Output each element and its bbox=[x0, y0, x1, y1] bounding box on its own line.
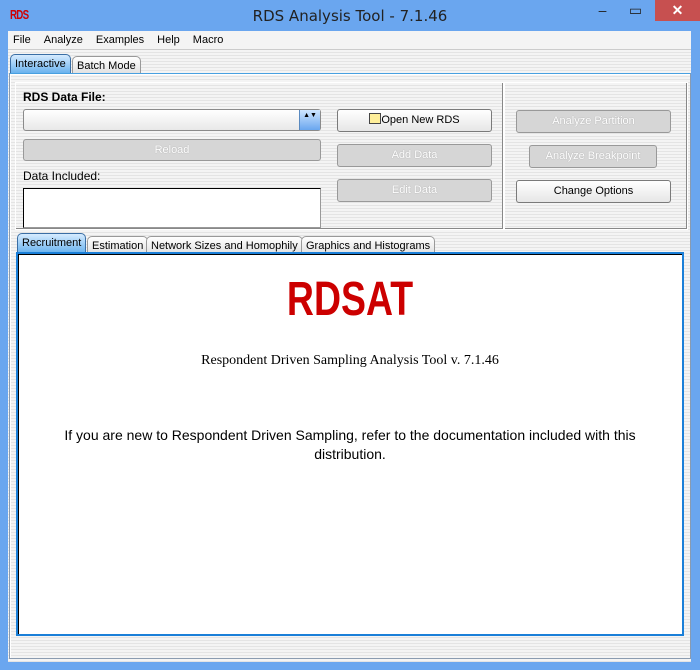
spinner-arrows-icon[interactable]: ▲▼ bbox=[299, 110, 320, 130]
maximize-button[interactable]: ▭ bbox=[613, 0, 658, 21]
tab-batch-mode[interactable]: Batch Mode bbox=[72, 56, 141, 73]
edit-data-button[interactable]: Edit Data bbox=[337, 179, 492, 202]
menu-analyze[interactable]: Analyze bbox=[44, 34, 83, 46]
rds-data-file-label: RDS Data File: bbox=[23, 90, 106, 104]
subtitle: Respondent Driven Sampling Analysis Tool… bbox=[201, 353, 499, 368]
menu-bar: File Analyze Examples Help Macro bbox=[8, 31, 691, 50]
analyze-partition-button[interactable]: Analyze Partition bbox=[516, 110, 671, 133]
rdsat-logo: RDSAT bbox=[286, 273, 414, 326]
recruitment-content: RDSAT Respondent Driven Sampling Analysi… bbox=[16, 252, 684, 636]
menu-examples[interactable]: Examples bbox=[96, 34, 144, 46]
add-data-button[interactable]: Add Data bbox=[337, 144, 492, 167]
rds-data-file-dropdown[interactable]: ▲▼ bbox=[23, 109, 321, 131]
tab-network-sizes-homophily[interactable]: Network Sizes and Homophily bbox=[146, 236, 303, 253]
tab-graphics-histograms[interactable]: Graphics and Histograms bbox=[301, 236, 436, 253]
menu-help[interactable]: Help bbox=[157, 34, 180, 46]
tab-estimation[interactable]: Estimation bbox=[87, 236, 149, 253]
intro-message: If you are new to Respondent Driven Samp… bbox=[64, 427, 636, 462]
menu-macro[interactable]: Macro bbox=[193, 34, 224, 46]
menu-file[interactable]: File bbox=[13, 34, 31, 46]
open-new-rds-button[interactable]: Open New RDS bbox=[337, 109, 492, 132]
data-included-label: Data Included: bbox=[23, 169, 101, 183]
tab-interactive[interactable]: Interactive bbox=[10, 54, 71, 73]
data-included-list[interactable] bbox=[23, 188, 321, 228]
tab-recruitment[interactable]: Recruitment bbox=[17, 233, 87, 253]
close-button[interactable]: ✕ bbox=[655, 0, 700, 21]
open-file-icon bbox=[369, 113, 382, 124]
analyze-breakpoint-button[interactable]: Analyze Breakpoint bbox=[529, 145, 657, 168]
title-bar: RDS RDS Analysis Tool - 7.1.46 – ▭ ✕ bbox=[0, 0, 700, 31]
change-options-button[interactable]: Change Options bbox=[516, 180, 671, 203]
open-new-rds-label: Open New RDS bbox=[381, 114, 460, 126]
reload-button[interactable]: Reload bbox=[23, 139, 321, 161]
